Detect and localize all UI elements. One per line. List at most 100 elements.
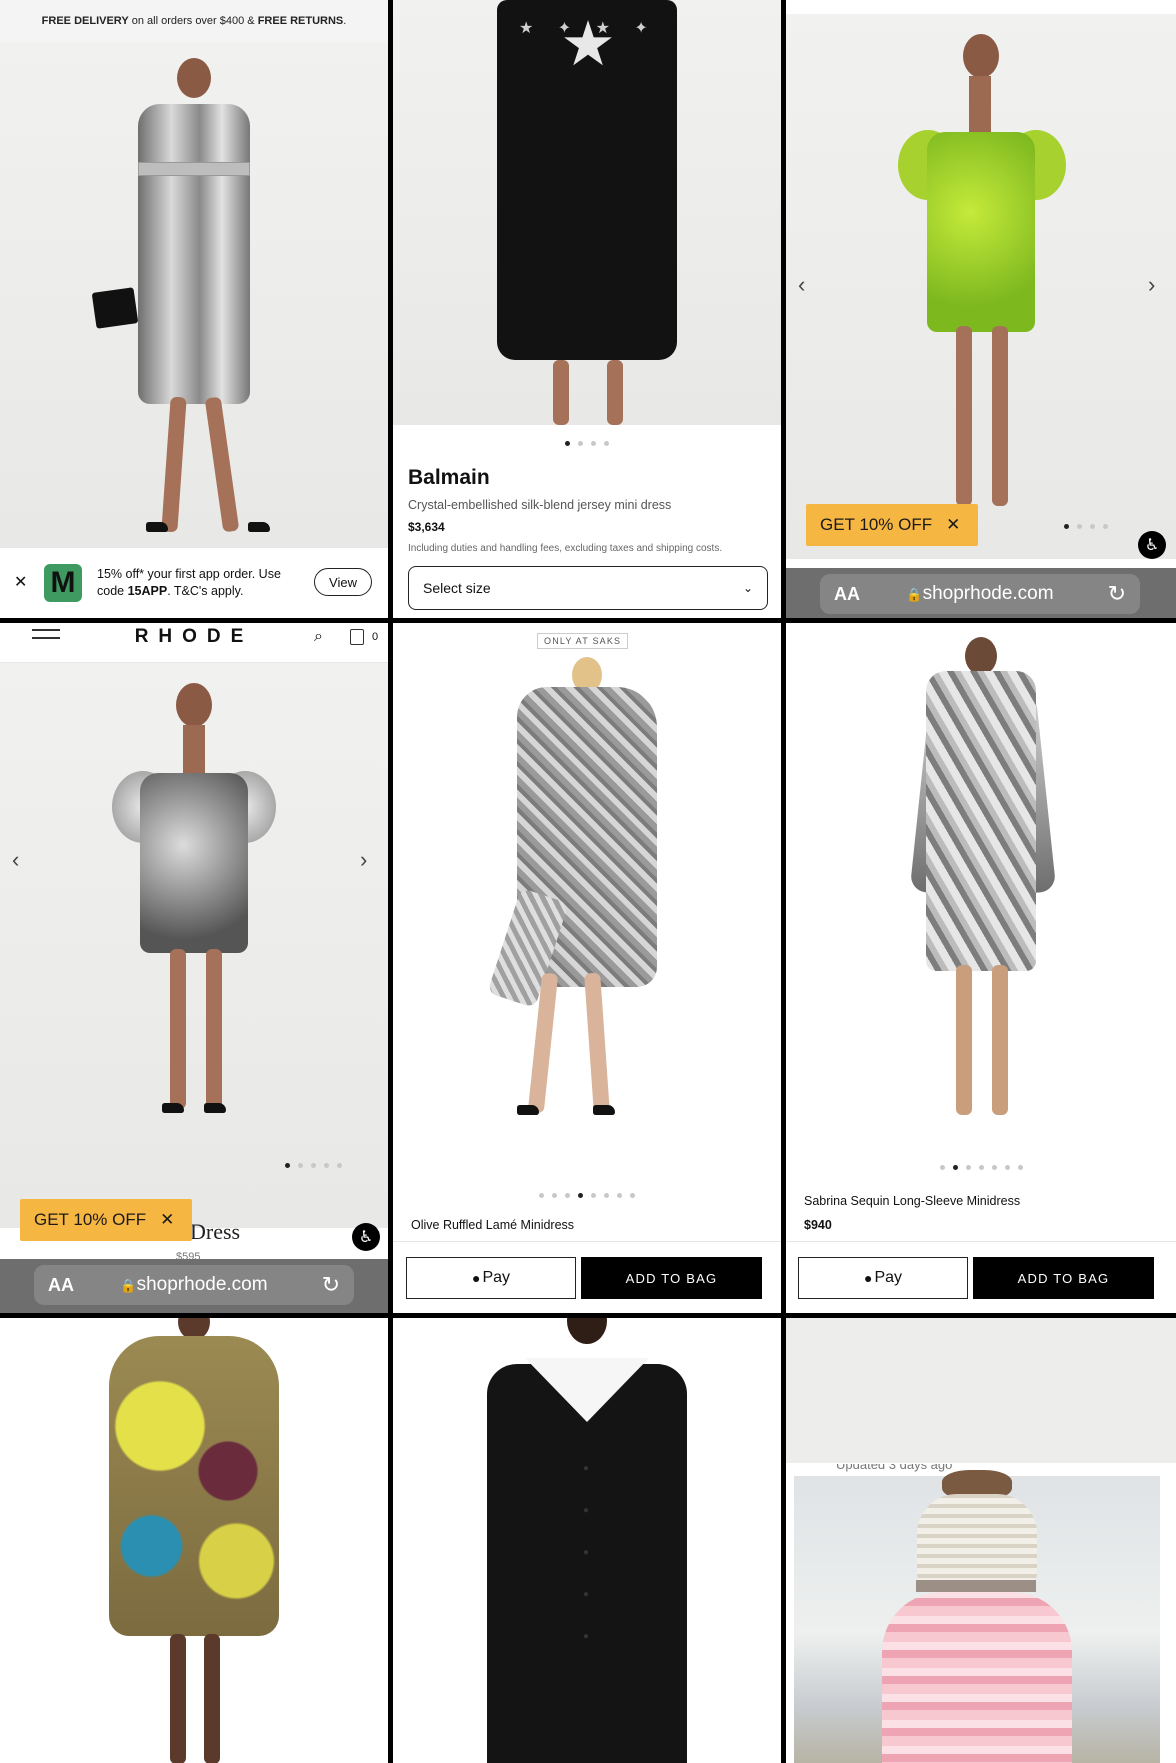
clutch-bag (91, 287, 139, 329)
reader-text-size-button[interactable]: AA (834, 584, 860, 605)
carousel-dots (1016, 524, 1156, 529)
panel-saks-sabrina-sequin: Sabrina Sequin Long-Sleeve Minidress $94… (786, 623, 1176, 1313)
browser-bar: AA 🔒shoprhode.com ↻ (786, 568, 1176, 618)
right-shoe (204, 1103, 226, 1113)
pink-ruffle-skirt (882, 1592, 1072, 1763)
product-photo[interactable]: ● ● ● ● ● (393, 1318, 781, 1763)
product-photo[interactable]: ‹ › (0, 663, 388, 1228)
price: $940 (804, 1218, 832, 1232)
left-leg (170, 1634, 186, 1763)
product-photo[interactable]: ‹ › (786, 14, 1176, 559)
apple-icon: ● (471, 1270, 481, 1286)
price: $3,634 (408, 520, 445, 534)
close-icon[interactable]: ✕ (14, 572, 27, 592)
panel-rhode-green-sequin: ‹ › GET 10% OFF ✕ ♿ AA 🔒shoprhode.com ↻ (786, 0, 1176, 618)
apple-pay-button[interactable]: ● Pay (406, 1257, 576, 1299)
model-head (963, 34, 999, 78)
panel-black-collared-dress: ● ● ● ● ● (393, 1318, 781, 1763)
only-at-saks-badge: ONLY AT SAKS (537, 633, 629, 649)
model-head (176, 683, 212, 727)
accessibility-icon[interactable]: ♿ (1138, 531, 1166, 559)
left-leg (553, 360, 569, 425)
right-leg (204, 396, 240, 533)
panel-saks-ruffled-lame: ONLY AT SAKS Olive Ruffled Lamé Minidres… (393, 623, 781, 1313)
view-button[interactable]: View (314, 568, 372, 596)
product-photo[interactable]: ★ ★ ✦ ★ ✦ (393, 0, 781, 425)
app-download-banner: ✕ M 15% off* your first app order. Use c… (0, 547, 388, 618)
promo-get-10-off[interactable]: GET 10% OFF ✕ (20, 1199, 192, 1241)
product-name: Olive Ruffled Lamé Minidress (411, 1218, 575, 1232)
product-title-fragment: Dress (190, 1219, 241, 1244)
right-shoe (248, 522, 270, 532)
product-photo[interactable] (393, 653, 781, 1193)
size-select[interactable]: Select size ⌄ (408, 566, 768, 610)
address-field[interactable]: AA 🔒shoprhode.com ↻ (820, 574, 1140, 614)
left-shoe (162, 1103, 184, 1113)
sticky-divider (786, 1241, 1176, 1242)
chevron-right-icon[interactable]: › (360, 847, 367, 873)
header-area (786, 1318, 1176, 1463)
green-sequin-dress (927, 132, 1035, 332)
left-shoe (146, 522, 168, 532)
close-icon[interactable]: ✕ (946, 515, 960, 535)
model-neck (183, 725, 205, 775)
right-leg (206, 949, 222, 1109)
product-photo[interactable] (794, 1470, 1160, 1763)
address-field[interactable]: AA 🔒shoprhode.com ↻ (34, 1265, 354, 1305)
carousel-dots (786, 1165, 1176, 1170)
carousel-dots (393, 441, 781, 446)
reader-text-size-button[interactable]: AA (48, 1275, 74, 1296)
panel-farfetch-silver-dress: FREE DELIVERY on all orders over $400 & … (0, 0, 388, 618)
belt (916, 1580, 1036, 1592)
right-leg (204, 1634, 220, 1763)
browser-bar: AA 🔒shoprhode.com ↻ (0, 1259, 388, 1313)
chevron-left-icon[interactable]: ‹ (12, 847, 19, 873)
rhode-header: RHODE ⌕ 0 (0, 623, 388, 663)
ruffled-top (917, 1494, 1037, 1584)
reload-icon[interactable]: ↻ (1108, 581, 1126, 607)
lock-icon: 🔒 (906, 587, 923, 602)
accessibility-icon[interactable]: ♿ (352, 1223, 380, 1251)
panel-rhode-silver-sequin: RHODE ⌕ 0 ‹ › Dress $595 GET 10% OFF ✕ ♿… (0, 623, 388, 1313)
add-to-bag-button[interactable]: ADD TO BAG (581, 1257, 762, 1299)
right-leg (584, 972, 610, 1114)
sticky-divider (393, 1241, 781, 1242)
panel-pink-ruffle-dress: Updated 3 days ago (786, 1318, 1176, 1763)
reload-icon[interactable]: ↻ (322, 1272, 340, 1298)
right-leg (992, 965, 1008, 1115)
free-delivery-banner: FREE DELIVERY on all orders over $400 & … (0, 0, 388, 42)
panel-patterned-sequin-dress (0, 1318, 388, 1763)
price-fragment: $595 (176, 1251, 201, 1259)
model-head (965, 637, 997, 675)
promo-get-10-off[interactable]: GET 10% OFF ✕ (806, 504, 978, 546)
product-photo[interactable] (0, 1318, 388, 1763)
close-icon[interactable]: ✕ (160, 1210, 174, 1230)
silver-sequin-dress (140, 773, 248, 953)
right-leg (992, 326, 1008, 506)
belt (138, 162, 250, 176)
app-promo-text: 15% off* your first app order. Use code … (97, 567, 281, 598)
buttons: ● ● ● ● ● (583, 1463, 590, 1642)
left-shoe (517, 1105, 539, 1115)
rhode-logo[interactable]: RHODE (0, 626, 388, 648)
updated-fragment: Updated 3 days ago (836, 1464, 953, 1472)
model-head (177, 58, 211, 98)
lock-icon: 🔒 (120, 1278, 137, 1293)
left-leg (170, 949, 186, 1109)
left-leg (956, 326, 972, 506)
right-shoe (593, 1105, 615, 1115)
silver-sequin-long-sleeve-dress (926, 671, 1036, 971)
price-disclaimer: Including duties and handling fees, excl… (408, 543, 723, 554)
model-neck (969, 76, 991, 136)
left-leg (161, 396, 187, 533)
chevron-left-icon[interactable]: ‹ (798, 272, 805, 298)
chevron-right-icon[interactable]: › (1148, 272, 1155, 298)
product-photo[interactable] (786, 623, 1176, 1143)
bag-icon[interactable] (350, 629, 364, 645)
product-photo[interactable] (0, 42, 388, 547)
carousel-dots (258, 1163, 368, 1168)
search-icon[interactable]: ⌕ (314, 628, 323, 646)
apple-pay-button[interactable]: ● Pay (798, 1257, 968, 1299)
add-to-bag-button[interactable]: ADD TO BAG (973, 1257, 1154, 1299)
panel-balmain-black-dress: ★ ★ ✦ ★ ✦ Balmain Crystal-embellished si… (393, 0, 781, 618)
